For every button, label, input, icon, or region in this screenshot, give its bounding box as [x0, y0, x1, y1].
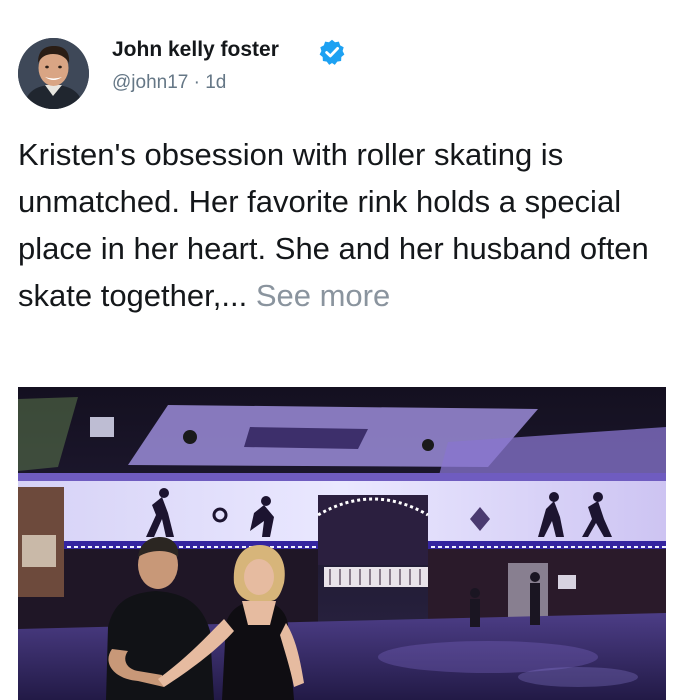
meta-separator: ·: [193, 72, 200, 93]
author-name[interactable]: John kelly foster: [112, 38, 279, 62]
verified-badge-icon: [319, 39, 345, 65]
tweet-text: Kristen's obsession with roller skating …: [18, 131, 693, 319]
tweet-meta: @john17 · 1d: [112, 72, 226, 94]
avatar[interactable]: [18, 38, 89, 109]
see-more-link[interactable]: See more: [256, 278, 390, 313]
author-handle[interactable]: @john17: [112, 72, 188, 93]
tweet-photo[interactable]: [18, 387, 666, 700]
avatar-portrait: [18, 38, 89, 109]
roller-rink-photo: [18, 387, 666, 700]
tweet-age[interactable]: 1d: [205, 72, 226, 93]
